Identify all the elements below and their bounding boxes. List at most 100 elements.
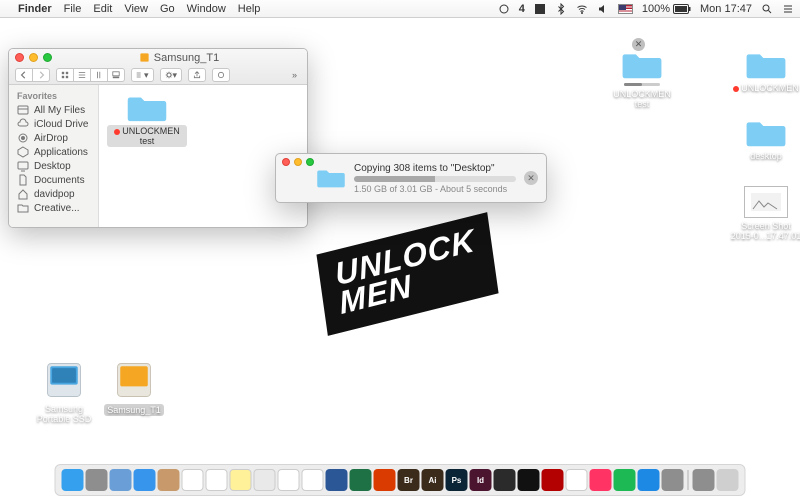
window-minimize-button[interactable] (294, 158, 302, 166)
dock-trash[interactable] (717, 469, 739, 491)
dock-separator (688, 470, 689, 490)
desktop-folder-desktop[interactable]: desktop (730, 118, 800, 161)
external-drive-icon (112, 358, 156, 402)
menu-window[interactable]: Window (187, 3, 226, 15)
window-title: Samsung_T1 (57, 52, 301, 64)
back-button[interactable] (15, 68, 33, 82)
dock-reminders[interactable] (206, 469, 228, 491)
notifications-icon[interactable] (782, 3, 794, 15)
dock-contacts[interactable] (158, 469, 180, 491)
sidebar-home[interactable]: davidpop (9, 187, 98, 201)
drive-mini-icon (139, 52, 150, 63)
dock-photos[interactable] (566, 469, 588, 491)
sidebar-applications[interactable]: Applications (9, 145, 98, 159)
folder-icon (126, 93, 168, 123)
close-icon[interactable]: ✕ (632, 38, 645, 51)
dock-calendar[interactable] (182, 469, 204, 491)
input-flag-us[interactable] (618, 4, 633, 14)
wifi-icon[interactable] (576, 3, 588, 15)
dock-filezilla[interactable] (542, 469, 564, 491)
battery-status[interactable]: 100% (642, 3, 691, 15)
dock-chrome[interactable] (278, 469, 300, 491)
finder-titlebar[interactable]: Samsung_T1 ▾ ▾ » (9, 49, 307, 85)
dock-notes[interactable] (230, 469, 252, 491)
dock-mail[interactable] (134, 469, 156, 491)
view-gallery-button[interactable] (108, 68, 125, 82)
window-zoom-button[interactable] (43, 53, 52, 62)
window-close-button[interactable] (282, 158, 290, 166)
folder-icon (316, 167, 346, 189)
dock-itunes[interactable] (590, 469, 612, 491)
finder-window[interactable]: Samsung_T1 ▾ ▾ » (8, 48, 308, 228)
drive-samsung-t1[interactable]: Samsung_T1 (100, 358, 168, 416)
sidebar-icloud[interactable]: iCloud Drive (9, 117, 98, 131)
dock-adobe-ps[interactable]: Ps (446, 469, 468, 491)
dock-word[interactable] (326, 469, 348, 491)
dock-adobe-id[interactable]: Id (470, 469, 492, 491)
drive-samsung-portable-ssd[interactable]: Samsung Portable SSD (30, 358, 98, 424)
sidebar-documents[interactable]: Documents (9, 173, 98, 187)
dock-launchpad[interactable] (86, 469, 108, 491)
bluetooth-icon[interactable] (555, 3, 567, 15)
clock[interactable]: Mon 17:47 (700, 3, 752, 15)
sidebar-all-my-files[interactable]: All My Files (9, 103, 98, 117)
dock-excel[interactable] (350, 469, 372, 491)
sidebar-creative[interactable]: Creative... (9, 201, 98, 215)
red-label-dot (114, 129, 120, 135)
dock-settings[interactable] (662, 469, 684, 491)
dock-preview[interactable] (254, 469, 276, 491)
dock-spotify[interactable] (614, 469, 636, 491)
clouds-status-icon[interactable] (498, 3, 510, 15)
dock-finder[interactable] (62, 469, 84, 491)
view-columns-button[interactable] (91, 68, 108, 82)
dock-adobe-br[interactable]: Br (398, 469, 420, 491)
all-files-icon (17, 104, 29, 116)
share-button[interactable] (188, 68, 206, 82)
progress-bar (354, 176, 516, 182)
arrange-dropdown[interactable]: ▾ (131, 68, 154, 82)
wallpaper-logo: UNLOCKMEN (315, 221, 500, 326)
folder-icon (744, 50, 788, 80)
menu-edit[interactable]: Edit (93, 3, 112, 15)
desktop-screenshot-file[interactable]: Screen Shot 2015-0...17.47.01 (730, 186, 800, 241)
sidebar-airdrop[interactable]: AirDrop (9, 131, 98, 145)
desktop-folder-unlockmen[interactable]: UNLOCKMEN (730, 50, 800, 93)
dock-appstore[interactable] (638, 469, 660, 491)
toolbar-overflow-button[interactable]: » (288, 68, 301, 82)
dock-app-a[interactable] (110, 469, 132, 491)
dock-vsco[interactable] (518, 469, 540, 491)
desktop-folder-unlockmen-test[interactable]: UNLOCKMEN test (606, 50, 678, 109)
window-close-button[interactable] (15, 53, 24, 62)
desktop[interactable]: UNLOCKMEN ✕ UNLOCKMEN test UNLOCKMEN des… (0, 18, 800, 500)
copy-progress-text: Copying 308 items to "Desktop" 1.50 GB o… (354, 163, 516, 194)
dock-adobe-ai[interactable]: Ai (422, 469, 444, 491)
window-zoom-button[interactable] (306, 158, 314, 166)
view-icons-button[interactable] (56, 68, 74, 82)
view-list-button[interactable] (74, 68, 91, 82)
airdrop-icon (17, 132, 29, 144)
finder-item-unlockmen-test[interactable]: UNLOCKMEN test (107, 93, 187, 147)
finder-sidebar[interactable]: Favorites All My Files iCloud Drive AirD… (9, 85, 99, 227)
spotlight-icon[interactable] (761, 3, 773, 15)
dock-downloads[interactable] (693, 469, 715, 491)
menubar-app[interactable]: Finder (18, 3, 52, 15)
menu-file[interactable]: File (64, 3, 82, 15)
action-dropdown[interactable]: ▾ (160, 68, 183, 82)
cancel-copy-button[interactable]: ✕ (524, 171, 538, 185)
tags-button[interactable] (212, 68, 230, 82)
menu-help[interactable]: Help (238, 3, 261, 15)
dock[interactable]: BrAiPsId (55, 464, 746, 496)
dock-adobe-dark[interactable] (494, 469, 516, 491)
volume-icon[interactable] (597, 3, 609, 15)
dock-drive[interactable] (302, 469, 324, 491)
menu-go[interactable]: Go (160, 3, 175, 15)
sidebar-desktop[interactable]: Desktop (9, 159, 98, 173)
menu-view[interactable]: View (124, 3, 148, 15)
status-count[interactable]: 4 (519, 3, 525, 15)
forward-button[interactable] (33, 68, 50, 82)
window-minimize-button[interactable] (29, 53, 38, 62)
copy-progress-window[interactable]: Copying 308 items to "Desktop" 1.50 GB o… (275, 153, 547, 203)
sidebar-header-favorites: Favorites (9, 89, 98, 103)
dropbox-icon[interactable] (534, 3, 546, 15)
dock-adobe-rd[interactable] (374, 469, 396, 491)
